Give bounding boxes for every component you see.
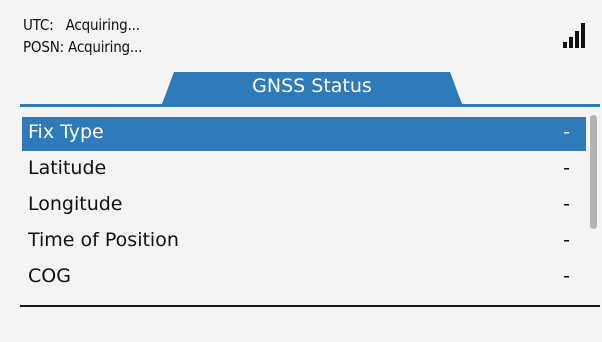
list-item-latitude[interactable]: Latitude - [22,153,586,187]
row-label: COG [28,265,71,287]
row-value: - [563,121,570,143]
row-value: - [563,265,570,287]
row-value: - [563,193,570,215]
position-status: POSN: Acquiring... [23,38,143,56]
row-value: - [563,157,570,179]
list-scrollbar[interactable] [590,115,597,229]
status-header: UTC: Acquiring... POSN: Acquiring... [23,14,142,58]
tab-gnss-status[interactable]: GNSS Status [162,72,462,104]
row-label: Latitude [28,157,107,179]
utc-status: UTC: Acquiring... [23,16,140,34]
row-value: - [563,229,570,251]
row-label: Fix Type [28,121,104,143]
list-item-cog[interactable]: COG - [22,261,586,295]
row-label: Longitude [28,193,123,215]
gnss-status-list: Fix Type - Latitude - Longitude - Time o… [22,117,586,297]
list-item-longitude[interactable]: Longitude - [22,189,586,223]
gnss-status-screen: UTC: Acquiring... POSN: Acquiring... GNS… [0,0,602,342]
bottom-divider [20,305,600,307]
list-item-fix-type[interactable]: Fix Type - [22,117,586,151]
signal-strength-icon [563,20,589,48]
tab-label: GNSS Status [252,75,372,97]
tab-underline [20,104,600,107]
list-item-time-of-position[interactable]: Time of Position - [22,225,586,259]
row-label: Time of Position [28,229,179,251]
